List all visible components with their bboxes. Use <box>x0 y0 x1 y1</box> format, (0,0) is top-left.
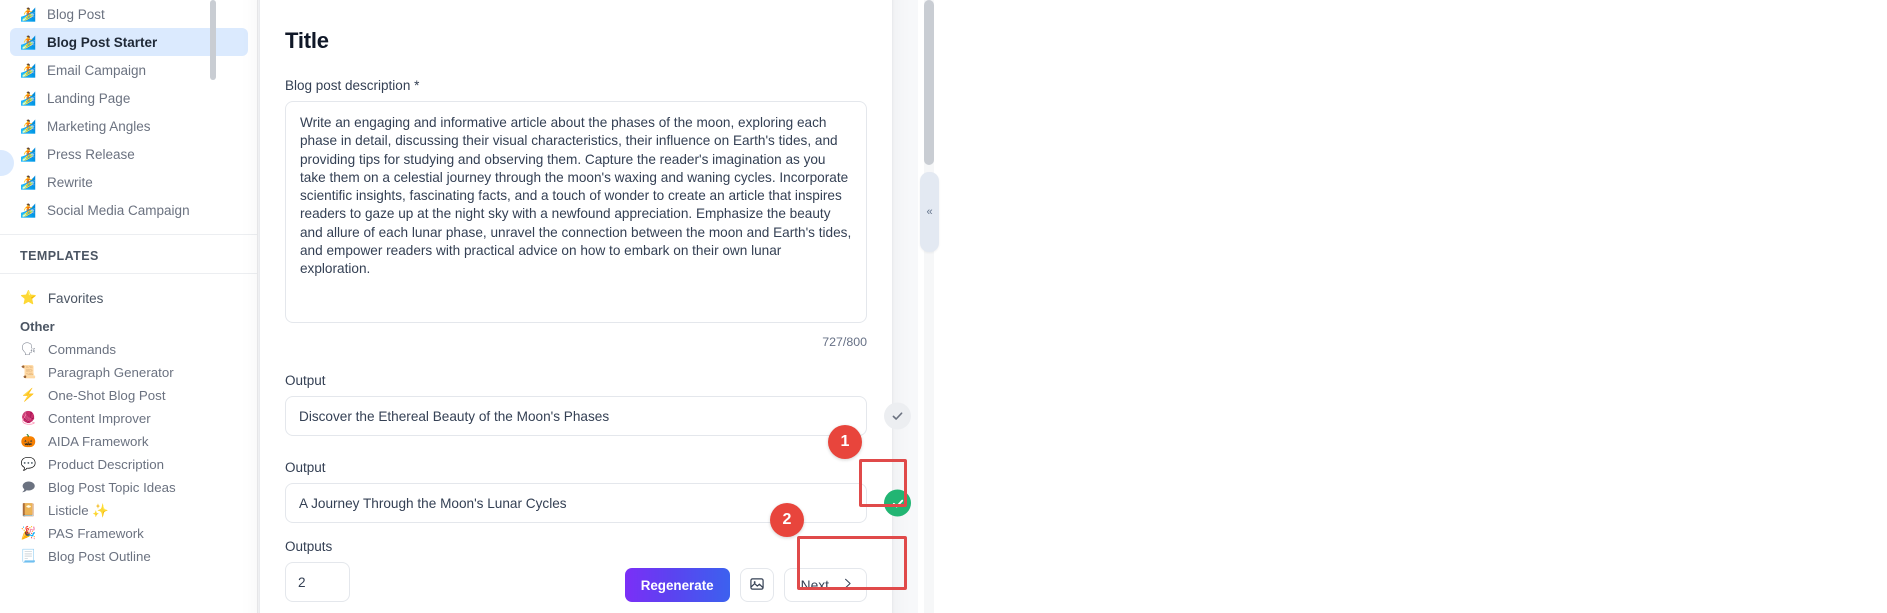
sidebar-item-label: Blog Post Outline <box>48 549 151 564</box>
sidebar-item-paragraph-generator[interactable]: 📜 Paragraph Generator <box>0 361 258 384</box>
sidebar-item-label: Content Improver <box>48 411 151 426</box>
sidebar-item-label: Marketing Angles <box>47 118 151 134</box>
sidebar-item-aida-framework[interactable]: 🎃 AIDA Framework <box>0 430 258 453</box>
sidebar-item-label: Blog Post Topic Ideas <box>48 480 176 495</box>
image-icon <box>749 576 765 595</box>
sidebar-scrollbar-track[interactable] <box>210 0 216 613</box>
aida-badge-icon: 🎃 <box>20 434 37 449</box>
output-1-label: Output <box>285 373 326 388</box>
image-button[interactable] <box>739 568 774 602</box>
app-root: 🏄 Blog Post 🏄 Blog Post Starter 🏄 Email … <box>0 0 1887 613</box>
next-button-label: Next <box>800 577 829 593</box>
regenerate-button[interactable]: Regenerate <box>624 568 730 602</box>
sidebar-item-pas-framework[interactable]: 🎉 PAS Framework <box>0 522 258 545</box>
sidebar-item-content-improver[interactable]: 🧶 Content Improver <box>0 407 258 430</box>
star-icon: ⭐ <box>20 290 37 305</box>
surfer-icon: 🏄 <box>20 90 37 106</box>
sidebar-item-label: Email Campaign <box>47 62 147 78</box>
sidebar-item-label: Commands <box>48 342 116 357</box>
sidebar-item-label: Favorites <box>47 290 104 306</box>
document-icon: 📃 <box>20 549 37 564</box>
sidebar-scrollbar-thumb[interactable] <box>210 0 216 80</box>
comment-icon: 🗩 <box>21 480 36 495</box>
output-1-row <box>285 396 911 436</box>
sidebar-item-commands[interactable]: 🗣 Commands <box>0 338 258 361</box>
page-title: Title <box>285 28 329 53</box>
surfer-icon: 🏄 <box>20 202 37 218</box>
sidebar-item-one-shot-blog-post[interactable]: ⚡ One-Shot Blog Post <box>0 384 258 407</box>
output-2-label: Output <box>285 460 326 475</box>
outputs-count-label: Outputs <box>285 539 333 554</box>
character-counter: 727/800 <box>822 335 867 349</box>
surfer-icon: 🏄 <box>20 62 37 78</box>
sidebar-item-label: One-Shot Blog Post <box>48 388 166 403</box>
card-footer: Outputs Regenerate <box>285 539 867 602</box>
outputs-count-input[interactable] <box>285 562 350 602</box>
lightning-bolt-icon: ⚡ <box>20 388 37 403</box>
description-textarea[interactable] <box>285 101 867 323</box>
sidebar-item-blog-post-topic-ideas[interactable]: 🗩 Blog Post Topic Ideas <box>0 476 258 499</box>
sidebar-item-label: PAS Framework <box>48 526 144 541</box>
annotation-badge-1: 1 <box>828 425 862 459</box>
description-label: Blog post description * <box>285 78 420 93</box>
right-pane: « <box>918 0 1887 613</box>
speech-bubble-icon: 💬 <box>20 457 37 472</box>
main-scrollbar-thumb[interactable] <box>924 0 934 165</box>
output-1-check-icon[interactable] <box>884 402 911 430</box>
surfer-icon: 🏄 <box>20 174 37 190</box>
output-1-input[interactable] <box>285 396 867 436</box>
scroll-icon: 📜 <box>20 365 37 380</box>
surfer-icon: 🏄 <box>20 146 37 162</box>
collapse-panel-button[interactable]: « <box>920 172 939 252</box>
sidebar-item-product-description[interactable]: 💬 Product Description <box>0 453 258 476</box>
sidebar: 🏄 Blog Post 🏄 Blog Post Starter 🏄 Email … <box>0 0 258 613</box>
outputs-count-block: Outputs <box>285 539 350 602</box>
sidebar-item-label: Social Media Campaign <box>47 202 190 218</box>
sidebar-item-label: Paragraph Generator <box>48 365 174 380</box>
sidebar-item-label: Rewrite <box>47 174 93 190</box>
sidebar-group-label: Other <box>20 319 55 334</box>
notebook-icon: 📔 <box>20 503 37 518</box>
sidebar-item-blog-post-outline[interactable]: 📃 Blog Post Outline <box>0 545 258 568</box>
pas-badge-icon: 🎉 <box>20 526 37 541</box>
chevron-double-left-icon: « <box>926 206 933 218</box>
annotation-badge-2: 2 <box>770 503 804 537</box>
speaking-head-icon: 🗣 <box>20 342 37 357</box>
sidebar-item-label: Listicle ✨ <box>48 502 109 518</box>
chevron-right-icon <box>841 577 854 593</box>
sidebar-nav-list: 🏄 Blog Post 🏄 Blog Post Starter 🏄 Email … <box>0 0 258 224</box>
sidebar-section-title: TEMPLATES <box>20 249 99 263</box>
sidebar-item-label: Landing Page <box>47 90 131 106</box>
surfer-icon: 🏄 <box>20 6 37 22</box>
sidebar-section-rule <box>0 273 258 274</box>
output-2-check-icon[interactable] <box>884 489 911 517</box>
surfer-icon: 🏄 <box>20 34 37 50</box>
surfer-icon: 🏄 <box>20 118 37 134</box>
main-panel: Title Blog post description * 727/800 Ou… <box>258 0 918 613</box>
sidebar-item-label: Blog Post Starter <box>47 34 158 50</box>
next-button[interactable]: Next <box>783 568 867 602</box>
sidebar-item-label: Product Description <box>48 457 165 472</box>
sidebar-item-label: Press Release <box>47 146 135 162</box>
action-buttons: Regenerate Next <box>624 568 867 602</box>
sidebar-template-list: 🗣 Commands 📜 Paragraph Generator ⚡ One-S… <box>0 338 258 568</box>
sidebar-item-label: Blog Post <box>47 6 105 22</box>
magic-wand-icon: 🧶 <box>20 411 37 426</box>
sidebar-item-favorites[interactable]: ⭐ Favorites <box>0 283 258 313</box>
sidebar-item-listicle[interactable]: 📔 Listicle ✨ <box>0 499 258 522</box>
sidebar-item-label: AIDA Framework <box>48 434 149 449</box>
